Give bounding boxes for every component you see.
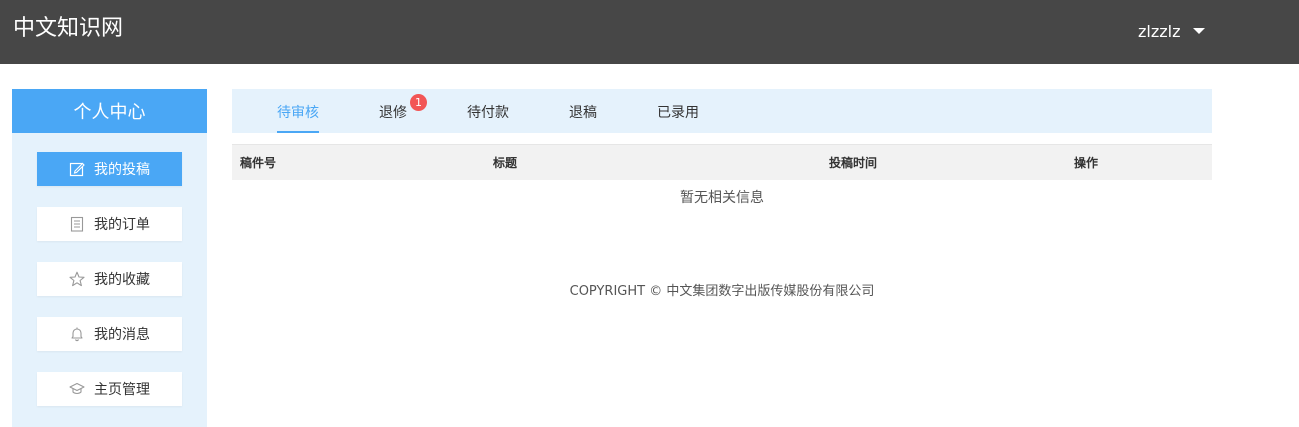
- tab-pending-payment[interactable]: 待付款: [467, 89, 509, 133]
- sidebar-item-label: 主页管理: [94, 382, 150, 398]
- graduation-cap-icon: [68, 380, 86, 398]
- sidebar-item-my-submissions[interactable]: 我的投稿: [37, 152, 182, 186]
- sidebar-title: 个人中心: [12, 89, 207, 133]
- column-header-title: 标题: [493, 156, 518, 170]
- sidebar-item-label: 我的消息: [94, 327, 150, 343]
- tab-accepted[interactable]: 已录用: [657, 89, 699, 133]
- table-header: 稿件号 标题 投稿时间 操作: [232, 144, 1212, 180]
- tab-pending-review[interactable]: 待审核: [277, 89, 319, 133]
- sidebar-item-my-orders[interactable]: 我的订单: [37, 207, 182, 241]
- column-header-submit-time: 投稿时间: [829, 156, 878, 170]
- user-menu[interactable]: zlzzlz: [1138, 18, 1206, 44]
- sidebar-item-label: 我的订单: [94, 217, 150, 233]
- status-tabs: 待审核 退修 待付款 退稿 已录用: [232, 89, 1212, 133]
- empty-table-message: 暂无相关信息: [680, 190, 764, 206]
- sidebar-item-homepage-management[interactable]: 主页管理: [37, 372, 182, 406]
- tab-revision[interactable]: 退修: [379, 89, 407, 133]
- site-title[interactable]: 中文知识网: [13, 14, 123, 44]
- column-header-manuscript-id: 稿件号: [240, 156, 277, 170]
- sidebar-item-my-messages[interactable]: 我的消息: [37, 317, 182, 351]
- revision-count-badge: 1: [410, 94, 427, 111]
- footer-copyright: COPYRIGHT © 中文集团数字出版传媒股份有限公司: [569, 284, 875, 299]
- star-icon: [68, 270, 86, 288]
- sidebar: 个人中心 我的投稿 我的订单 我的收藏 我的消息 主页管理: [12, 89, 207, 427]
- tab-rejected[interactable]: 退稿: [569, 89, 597, 133]
- document-icon: [68, 215, 86, 233]
- bell-icon: [68, 325, 86, 343]
- sidebar-item-label: 我的收藏: [94, 272, 150, 288]
- top-navbar: 中文知识网 zlzzlz: [0, 0, 1299, 64]
- caret-down-icon[interactable]: [1193, 28, 1206, 34]
- column-header-actions: 操作: [1074, 156, 1099, 170]
- edit-icon: [68, 160, 86, 178]
- username[interactable]: zlzzlz: [1138, 22, 1180, 41]
- sidebar-item-my-favorites[interactable]: 我的收藏: [37, 262, 182, 296]
- sidebar-item-label: 我的投稿: [94, 162, 150, 178]
